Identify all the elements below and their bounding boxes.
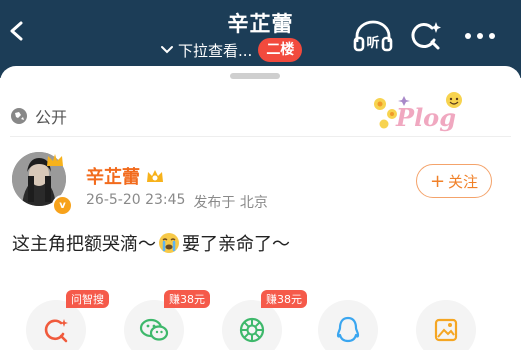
drag-handle[interactable] [230, 73, 280, 79]
search-ai-icon [44, 319, 68, 343]
author-name[interactable]: 辛芷蕾 [86, 163, 140, 189]
section-divider [10, 136, 511, 137]
visibility-indicator: 公开 [10, 104, 67, 128]
crown-member-icon[interactable] [145, 167, 165, 185]
post-text-part2: 要了亲命了～ [182, 234, 290, 255]
share-bar: 问智搜 赚38元 赚38元 [0, 290, 521, 350]
weibo-post-page: 辛芷蕾 下拉查看... 二楼 听 公开 Plog v 辛芷蕾 26-5-20 2… [0, 0, 521, 350]
moments-icon [239, 317, 265, 343]
visibility-label: 公开 [35, 108, 68, 127]
verified-badge: v [52, 195, 73, 216]
share-tag-wechat: 赚38元 [164, 290, 210, 308]
pull-down-hint[interactable]: 下拉查看... 二楼 [160, 38, 303, 62]
post-timestamp: 26-5-20 23:45 [86, 192, 186, 208]
chevron-down-icon [161, 46, 173, 54]
globe-icon [11, 108, 27, 124]
post-text-part1: 这主角把额哭滴～ [12, 234, 156, 255]
plus-icon: + [429, 170, 446, 192]
pull-down-hint-text: 下拉查看... [178, 41, 253, 60]
second-floor-badge[interactable]: 二楼 [258, 38, 303, 62]
ai-search-icon[interactable] [410, 18, 442, 54]
crying-emoji-icon [159, 233, 179, 253]
save-image-icon [434, 318, 458, 342]
follow-label: 关注 [448, 172, 479, 191]
plog-sticker: Plog [374, 92, 462, 132]
wechat-icon [139, 318, 169, 341]
svg-text:Plog: Plog [395, 103, 456, 132]
share-tag-ai-search: 问智搜 [66, 290, 109, 308]
share-qq-button[interactable] [318, 300, 378, 350]
post-meta: 26-5-20 23:45 发布于 北京 [86, 192, 268, 212]
post-content: 这主角把额哭滴～ 要了亲命了～ [12, 230, 290, 256]
author-row: 辛芷蕾 [86, 163, 165, 189]
avatar-crown-icon [47, 154, 63, 166]
save-image-button[interactable] [416, 300, 476, 350]
qq-icon [336, 316, 360, 343]
share-tag-moments: 赚38元 [261, 290, 307, 308]
follow-button[interactable]: + 关注 [416, 164, 492, 198]
more-options-icon[interactable] [462, 18, 498, 54]
listen-headphones-icon[interactable]: 听 [353, 18, 393, 54]
page-title: 辛芷蕾 [227, 12, 294, 36]
post-location: 发布于 北京 [193, 195, 268, 211]
svg-text:听: 听 [366, 35, 379, 51]
